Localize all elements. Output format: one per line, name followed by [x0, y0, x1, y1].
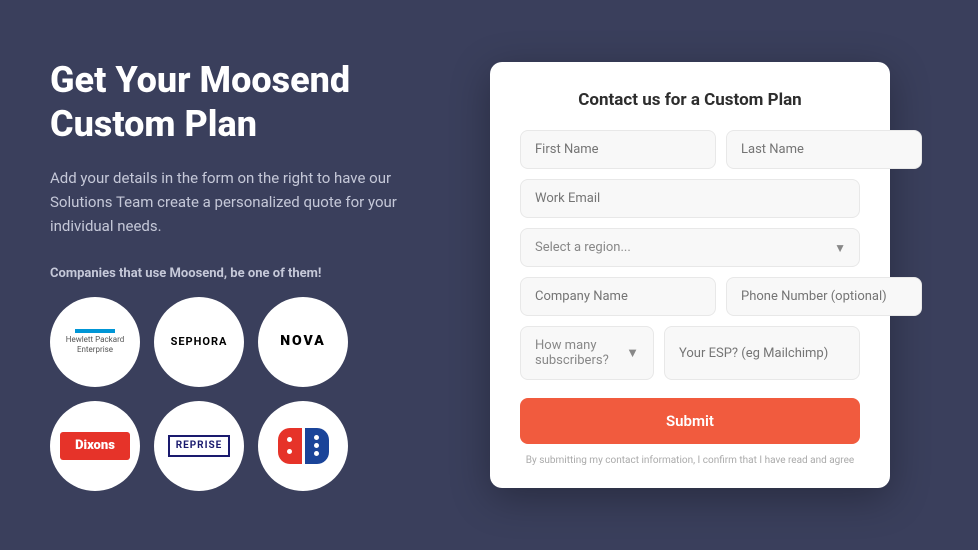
region-wrapper: Select a region... North America Europe … [520, 228, 860, 267]
first-name-input[interactable] [520, 130, 716, 169]
heading-line2: Custom Plan [50, 103, 257, 145]
contact-form-panel: Contact us for a Custom Plan Select a re… [490, 62, 890, 488]
subscribers-arrow-icon: ▼ [626, 345, 639, 361]
logo-sephora: SEPHORA [154, 297, 244, 387]
left-panel: Get Your Moosend Custom Plan Add your de… [50, 59, 450, 490]
page-container: Get Your Moosend Custom Plan Add your de… [0, 0, 978, 550]
logo-grid: Hewlett PackardEnterprise SEPHORA NOVA D… [50, 297, 450, 491]
logo-dominos [258, 401, 348, 491]
last-name-input[interactable] [726, 130, 922, 169]
name-row [520, 130, 860, 169]
submit-button[interactable]: Submit [520, 398, 860, 444]
page-heading: Get Your Moosend Custom Plan [50, 59, 450, 145]
heading-line1: Get Your Moosend [50, 59, 350, 101]
companies-label: Companies that use Moosend, be one of th… [50, 266, 450, 281]
subscribers-esp-row: How many subscribers? ▼ [520, 326, 860, 380]
logo-reprise: REPRISE [154, 401, 244, 491]
subscribers-wrapper: How many subscribers? ▼ [520, 326, 654, 380]
region-select[interactable]: Select a region... North America Europe … [520, 228, 860, 267]
work-email-input[interactable] [520, 179, 860, 218]
logo-dixons: Dixons [50, 401, 140, 491]
page-description: Add your details in the form on the righ… [50, 166, 450, 238]
logo-nova: NOVA [258, 297, 348, 387]
logo-hp: Hewlett PackardEnterprise [50, 297, 140, 387]
phone-input[interactable] [726, 277, 922, 316]
subscribers-dropdown[interactable]: How many subscribers? ▼ [520, 326, 654, 380]
company-name-input[interactable] [520, 277, 716, 316]
email-row [520, 179, 860, 218]
esp-input[interactable] [664, 326, 860, 380]
company-phone-row [520, 277, 860, 316]
form-title: Contact us for a Custom Plan [520, 90, 860, 110]
form-note: By submitting my contact information, I … [520, 454, 860, 468]
